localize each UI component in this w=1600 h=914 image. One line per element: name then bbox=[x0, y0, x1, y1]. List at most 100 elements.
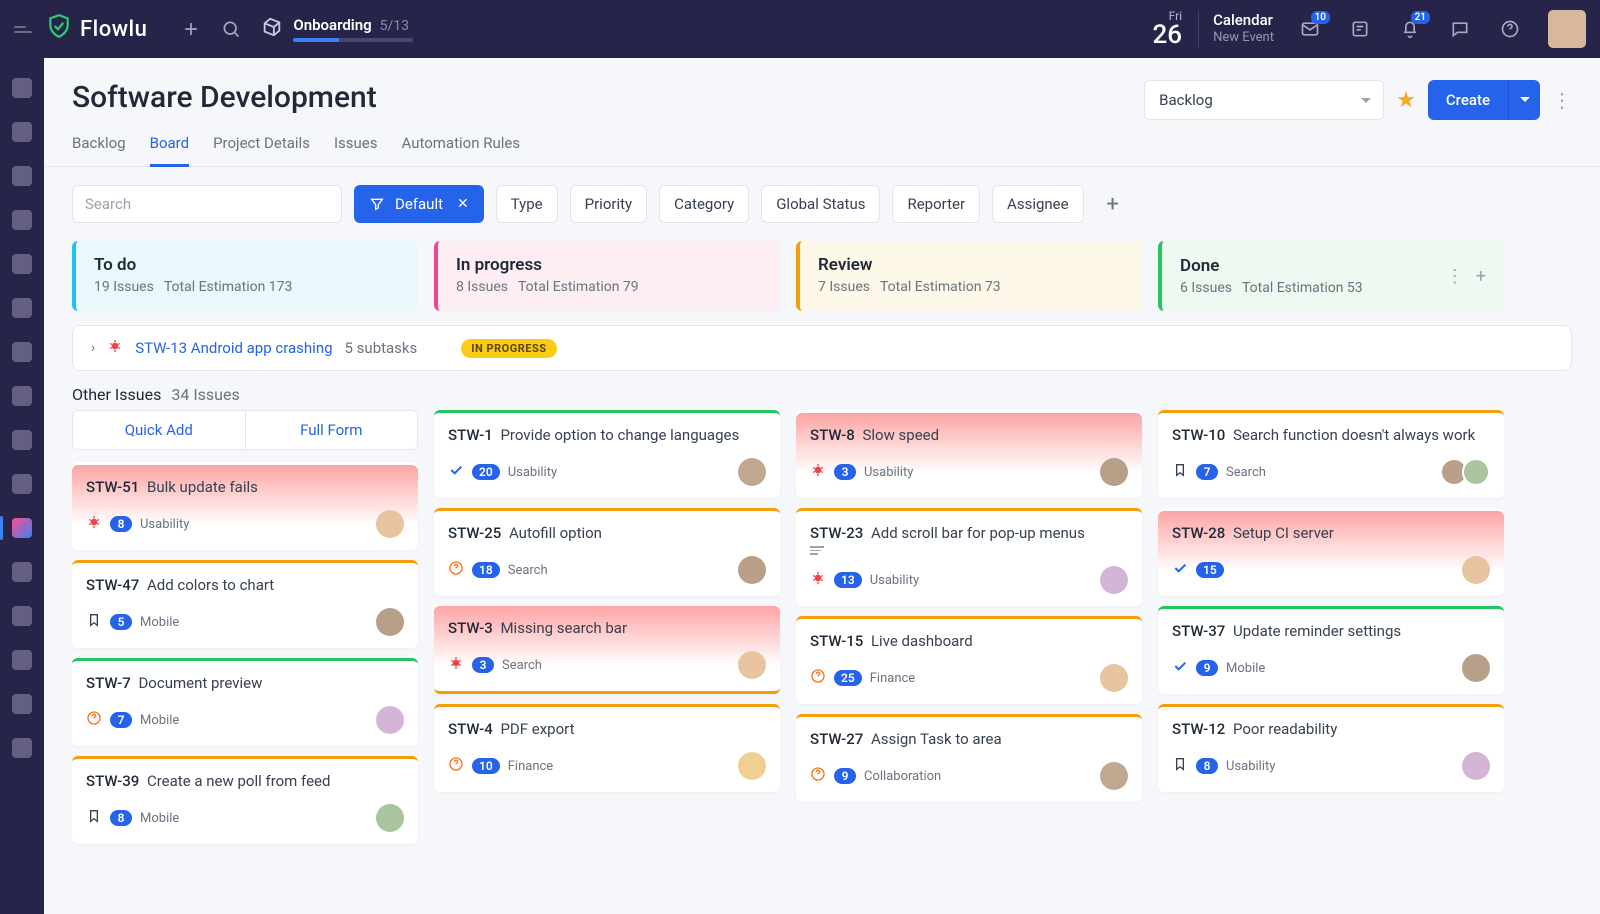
help-icon[interactable] bbox=[1490, 9, 1530, 49]
add-icon[interactable] bbox=[171, 9, 211, 49]
rail-item-16[interactable] bbox=[4, 730, 40, 766]
column-header-done[interactable]: Done 6 IssuesTotal Estimation 53 ⋮+ bbox=[1158, 241, 1504, 311]
issue-card[interactable]: STW-10 Search function doesn't always wo… bbox=[1158, 410, 1504, 498]
issue-card[interactable]: STW-25 Autofill option18Search bbox=[434, 508, 780, 596]
assignee-avatar[interactable] bbox=[376, 608, 404, 636]
rail-item-3[interactable] bbox=[4, 158, 40, 194]
assignee-avatar[interactable] bbox=[1100, 566, 1128, 594]
chat-icon[interactable] bbox=[1440, 9, 1480, 49]
inbox-icon[interactable]: 10 bbox=[1290, 9, 1330, 49]
rail-item-4[interactable] bbox=[4, 202, 40, 238]
issue-card[interactable]: STW-51 Bulk update fails8Usability bbox=[72, 462, 418, 550]
rail-item-9[interactable] bbox=[4, 422, 40, 458]
swimlane-link[interactable]: STW-13 Android app crashing bbox=[135, 339, 332, 357]
tab-issues[interactable]: Issues bbox=[334, 134, 378, 166]
create-button[interactable]: Create bbox=[1428, 80, 1508, 120]
more-menu-icon[interactable]: ⋮ bbox=[1552, 88, 1572, 112]
filter-type[interactable]: Type bbox=[496, 185, 558, 223]
rail-item-15[interactable] bbox=[4, 686, 40, 722]
assignee-avatar[interactable] bbox=[1462, 556, 1490, 584]
assignee-avatar[interactable] bbox=[1462, 752, 1490, 780]
assignee-avatar[interactable] bbox=[376, 804, 404, 832]
bell-icon[interactable]: 21 bbox=[1390, 9, 1430, 49]
filter-category[interactable]: Category bbox=[659, 185, 749, 223]
tab-backlog[interactable]: Backlog bbox=[72, 134, 126, 166]
swimlane-row[interactable]: › STW-13 Android app crashing 5 subtasks… bbox=[72, 325, 1572, 371]
card-category: Usability bbox=[1226, 759, 1275, 774]
quick-add-button[interactable]: Quick Add bbox=[73, 411, 245, 449]
assignee-avatar[interactable] bbox=[738, 556, 766, 584]
assignee-avatar[interactable] bbox=[376, 510, 404, 538]
tab-board[interactable]: Board bbox=[150, 134, 189, 167]
full-form-button[interactable]: Full Form bbox=[245, 411, 418, 449]
rail-item-12[interactable] bbox=[4, 554, 40, 590]
rail-item-active[interactable] bbox=[4, 510, 40, 546]
search-input[interactable] bbox=[72, 185, 342, 223]
rail-item-13[interactable] bbox=[4, 598, 40, 634]
column-title: To do bbox=[94, 255, 400, 275]
rail-item-1[interactable] bbox=[4, 70, 40, 106]
column-header-progress[interactable]: In progress 8 IssuesTotal Estimation 79 bbox=[434, 241, 780, 311]
tab-automation-rules[interactable]: Automation Rules bbox=[401, 134, 520, 166]
issue-card[interactable]: STW-39 Create a new poll from feed8Mobil… bbox=[72, 756, 418, 844]
issue-card[interactable]: STW-1 Provide option to change languages… bbox=[434, 410, 780, 498]
issue-card[interactable]: STW-28 Setup CI server15 bbox=[1158, 508, 1504, 596]
issue-card[interactable]: STW-8 Slow speed3Usability bbox=[796, 410, 1142, 498]
user-avatar[interactable] bbox=[1548, 10, 1586, 48]
filter-global-status[interactable]: Global Status bbox=[761, 185, 880, 223]
brand-logo[interactable]: Flowlu bbox=[46, 13, 147, 45]
create-dropdown[interactable] bbox=[1508, 80, 1540, 120]
rail-item-2[interactable] bbox=[4, 114, 40, 150]
column-more-icon[interactable]: ⋮ bbox=[1446, 266, 1464, 287]
calendar-widget[interactable]: Calendar New Event bbox=[1213, 11, 1274, 47]
assignee-avatar[interactable] bbox=[1100, 458, 1128, 486]
filter-reporter[interactable]: Reporter bbox=[892, 185, 980, 223]
onboarding-progress: 5/13 bbox=[380, 18, 409, 34]
menu-toggle-icon[interactable] bbox=[14, 26, 32, 33]
filter-assignee[interactable]: Assignee bbox=[992, 185, 1084, 223]
issue-card[interactable]: STW-47 Add colors to chart5Mobile bbox=[72, 560, 418, 648]
rail-item-14[interactable] bbox=[4, 642, 40, 678]
assignee-avatar[interactable] bbox=[738, 752, 766, 780]
issue-card[interactable]: STW-4 PDF export10Finance bbox=[434, 704, 780, 792]
favorite-star-icon[interactable]: ★ bbox=[1396, 88, 1416, 113]
tab-project-details[interactable]: Project Details bbox=[213, 134, 310, 166]
issue-card[interactable]: STW-3 Missing search bar3Search bbox=[434, 606, 780, 694]
notes-icon[interactable] bbox=[1340, 9, 1380, 49]
swimlane-status-badge: IN PROGRESS bbox=[461, 339, 556, 358]
issue-card[interactable]: STW-7 Document preview7Mobile bbox=[72, 658, 418, 746]
issue-card[interactable]: STW-12 Poor readability8Usability bbox=[1158, 704, 1504, 792]
divider bbox=[1198, 11, 1199, 47]
date-widget[interactable]: Fri 26 bbox=[1153, 10, 1183, 48]
assignee-avatar[interactable] bbox=[738, 458, 766, 486]
issue-card[interactable]: STW-27 Assign Task to area9Collaboration bbox=[796, 714, 1142, 802]
assignee-stack[interactable] bbox=[1440, 458, 1490, 486]
assignee-avatar[interactable] bbox=[376, 706, 404, 734]
assignee-avatar[interactable] bbox=[1100, 762, 1128, 790]
rail-item-10[interactable] bbox=[4, 466, 40, 502]
column-add-icon[interactable]: + bbox=[1476, 266, 1486, 287]
assignee-avatar[interactable] bbox=[738, 651, 766, 679]
rail-item-6[interactable] bbox=[4, 290, 40, 326]
rail-item-7[interactable] bbox=[4, 334, 40, 370]
rail-item-5[interactable] bbox=[4, 246, 40, 282]
assignee-avatar[interactable] bbox=[1462, 654, 1490, 682]
issue-card[interactable]: STW-15 Live dashboard25Finance bbox=[796, 616, 1142, 704]
filter-clear-icon[interactable]: ✕ bbox=[457, 196, 469, 212]
search-icon[interactable] bbox=[211, 9, 251, 49]
issue-card[interactable]: STW-23 Add scroll bar for pop-up menus13… bbox=[796, 508, 1142, 606]
onboarding-widget[interactable]: Onboarding 5/13 bbox=[261, 16, 413, 42]
rail-item-8[interactable] bbox=[4, 378, 40, 414]
filter-default[interactable]: Default ✕ bbox=[354, 185, 484, 223]
column-header-review[interactable]: Review 7 IssuesTotal Estimation 73 bbox=[796, 241, 1142, 311]
bookmark-icon bbox=[1172, 756, 1188, 776]
bug-icon bbox=[810, 570, 826, 590]
card-category: Usability bbox=[870, 573, 919, 588]
column-header-todo[interactable]: To do 19 IssuesTotal Estimation 173 bbox=[72, 241, 418, 311]
view-select[interactable]: Backlog bbox=[1144, 80, 1384, 120]
add-filter-icon[interactable]: + bbox=[1096, 187, 1130, 221]
issue-card[interactable]: STW-37 Update reminder settings9Mobile bbox=[1158, 606, 1504, 694]
chevron-right-icon[interactable]: › bbox=[91, 340, 95, 356]
assignee-avatar[interactable] bbox=[1100, 664, 1128, 692]
filter-priority[interactable]: Priority bbox=[570, 185, 647, 223]
